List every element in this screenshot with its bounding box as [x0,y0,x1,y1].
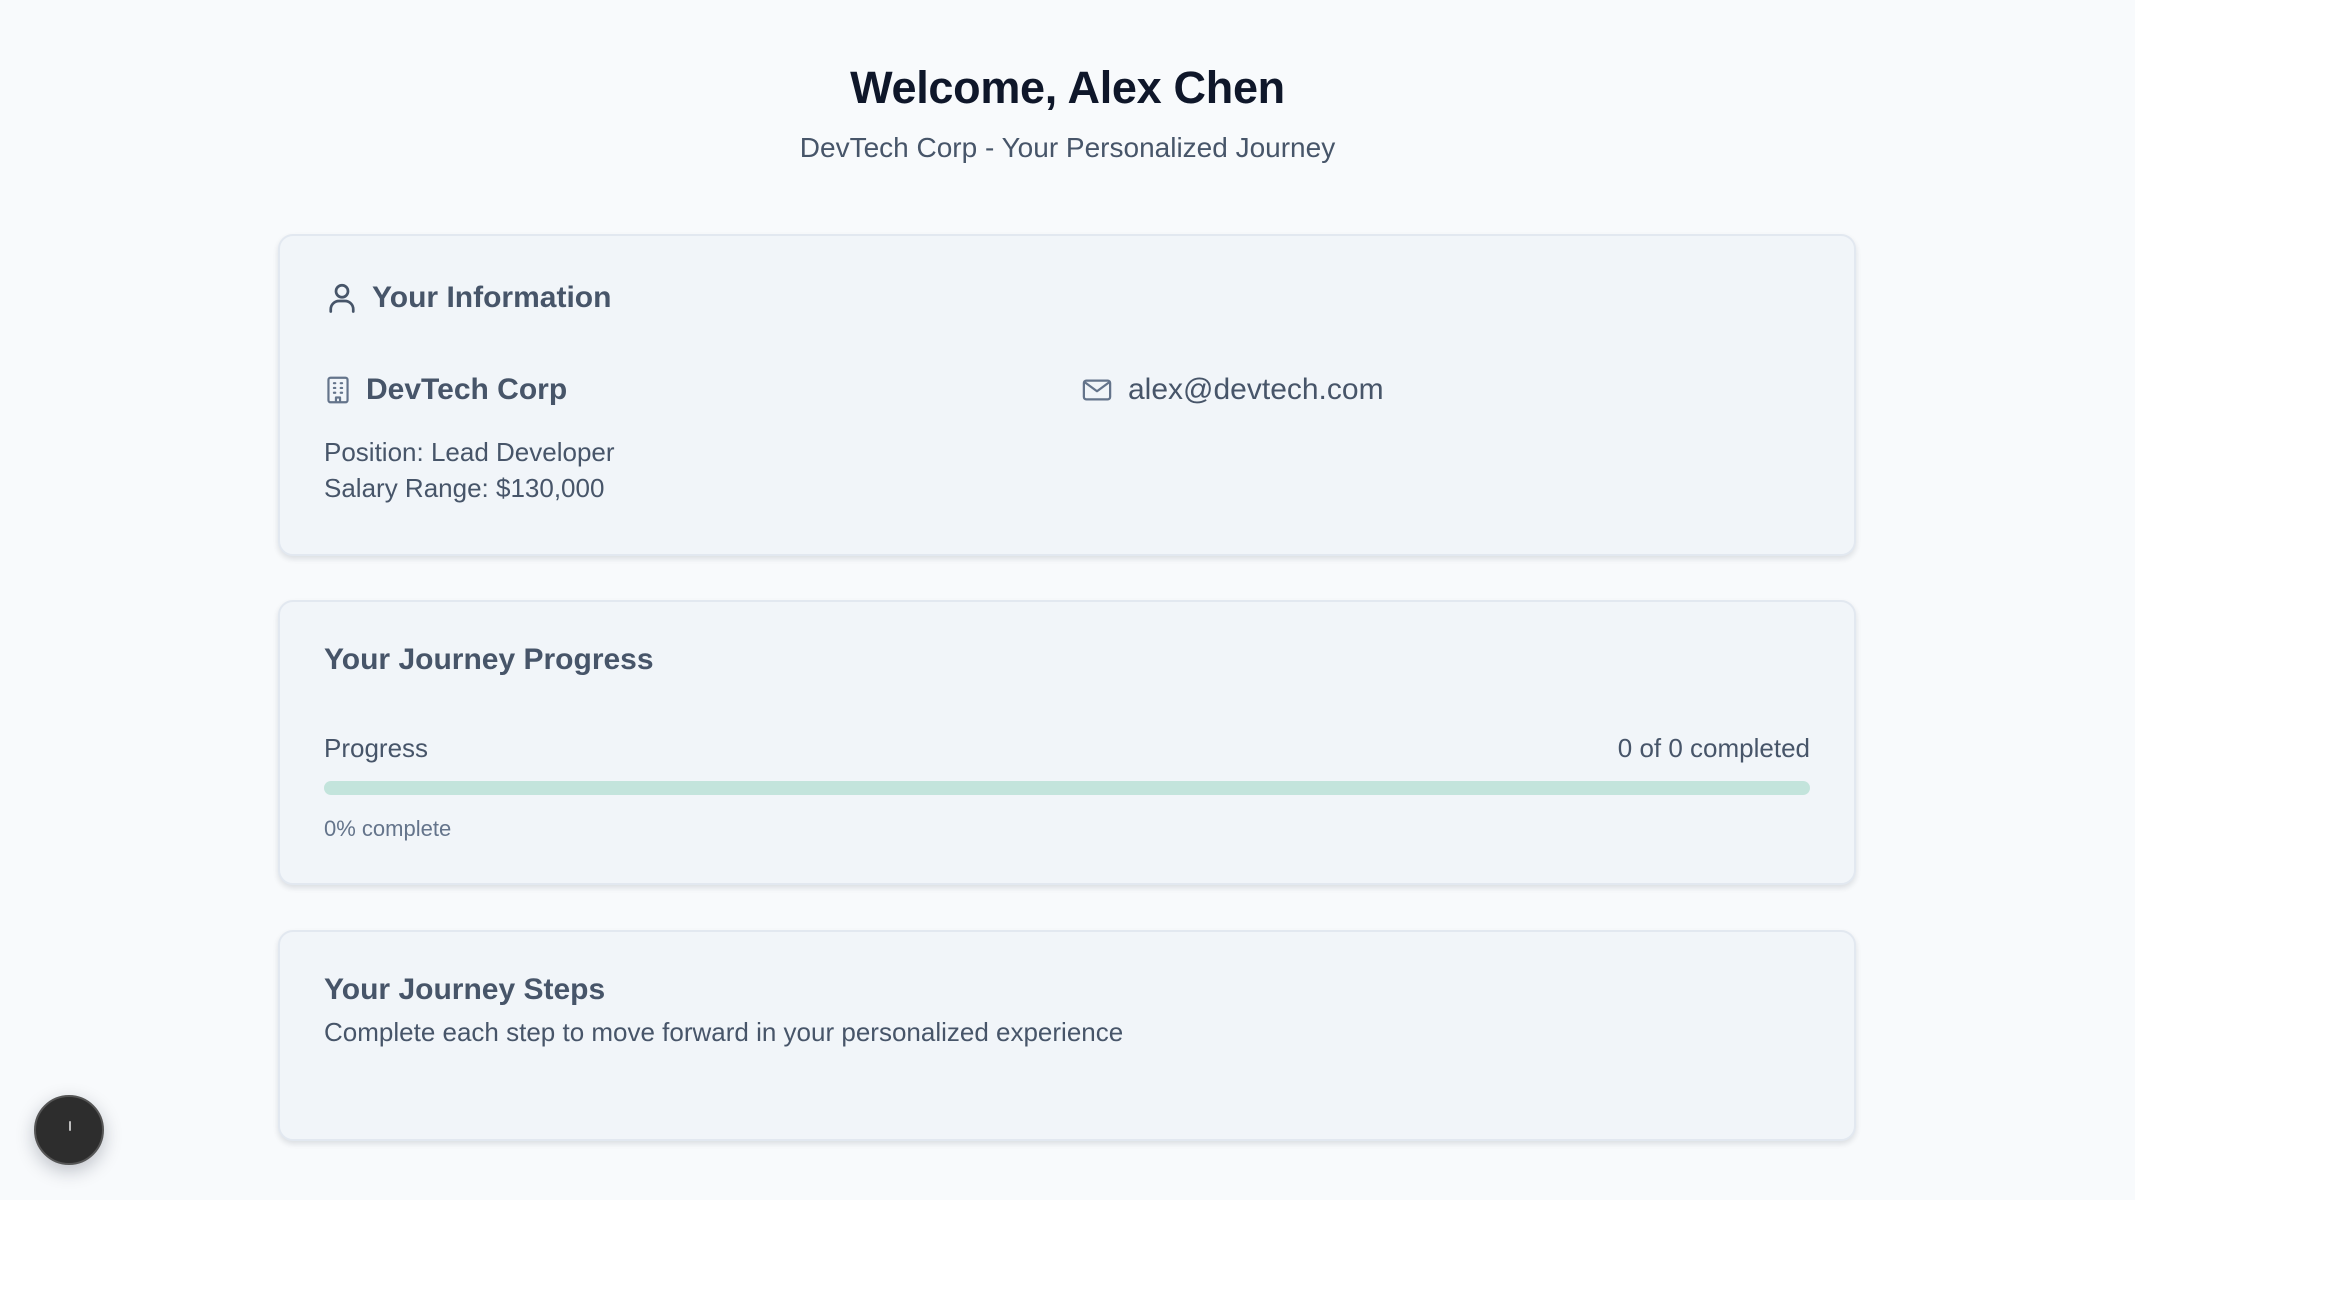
progress-card: Your Journey Progress Progress 0 of 0 co… [278,600,1856,885]
position-text: Position: Lead Developer [324,437,615,467]
company-row: DevTech Corp [324,370,567,410]
progress-heading: Your Journey Progress [324,643,654,676]
progress-label: Progress [324,733,429,763]
journey-steps-card: Your Journey Steps Complete each step to… [278,930,1856,1141]
page-title: Welcome, Alex Chen [850,62,1285,113]
email-address: alex@devtech.com [1128,373,1384,406]
salary-text: Salary Range: $130,000 [324,473,605,503]
information-card: Your Information DevTech Corp alex@devte… [278,234,1856,556]
user-icon [329,283,355,313]
journey-steps-heading: Your Journey Steps [324,973,606,1006]
building-icon [327,376,349,404]
information-heading: Your Information [372,281,612,314]
progress-bar [324,781,1810,795]
page-header: Welcome, Alex Chen DevTech Corp - Your P… [0,58,2135,168]
journey-steps-description: Complete each step to move forward in yo… [324,1017,1124,1047]
mail-icon [1082,379,1112,401]
app-canvas: Welcome, Alex Chen DevTech Corp - Your P… [0,0,2135,1200]
company-name: DevTech Corp [366,373,568,406]
email-row: alex@devtech.com [1082,370,1384,410]
progress-percent: 0% complete [324,816,452,841]
page-subtitle: DevTech Corp - Your Personalized Journey [799,132,1336,163]
fab-indicator-icon [69,1121,71,1131]
floating-action-button[interactable] [34,1095,104,1165]
progress-count: 0 of 0 completed [1617,733,1810,763]
